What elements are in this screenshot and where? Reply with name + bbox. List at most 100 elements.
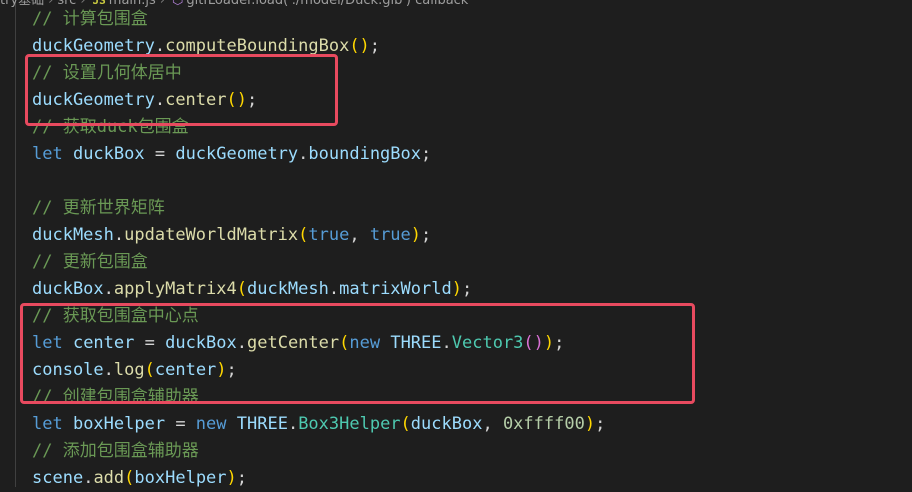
code-token-fn: add bbox=[93, 468, 125, 488]
code-token-punc: ; bbox=[246, 90, 258, 110]
code-token-ident: duckBox bbox=[410, 414, 483, 434]
code-token-paren1: ( bbox=[124, 468, 135, 488]
code-token-ident: console bbox=[32, 360, 104, 380]
code-token-punc: . bbox=[113, 225, 125, 245]
code-token-paren1: () bbox=[226, 90, 247, 110]
code-token-paren2: () bbox=[523, 333, 544, 353]
code-token-punc: ; bbox=[369, 36, 381, 56]
code-line[interactable]: scene.add(boxHelper); bbox=[32, 465, 247, 492]
code-token-fn: updateWorldMatrix bbox=[124, 225, 299, 245]
code-token-punc: . bbox=[287, 414, 299, 434]
code-token-punc: . bbox=[236, 333, 247, 353]
code-token-comment: // 获取包围盒中心点 bbox=[32, 306, 199, 326]
code-token-ident: duckGeometry bbox=[32, 36, 155, 56]
code-token-punc: . bbox=[103, 279, 114, 299]
breadcrumb-separator: › bbox=[48, 0, 54, 8]
code-token-comment: // 添加包围盒辅助器 bbox=[32, 441, 199, 461]
code-token-punc: ; bbox=[226, 360, 237, 380]
code-token-keyword: true bbox=[308, 225, 350, 245]
breadcrumb-project[interactable]: try基础 bbox=[0, 0, 44, 8]
code-token-punc: . bbox=[154, 90, 166, 110]
code-token-comment: // 设置几何体居中 bbox=[32, 63, 182, 83]
javascript-file-icon: JS bbox=[92, 0, 106, 7]
code-token-fn: getCenter bbox=[247, 333, 340, 353]
code-token-ident: duckBox bbox=[72, 144, 145, 164]
code-token-keyword: let bbox=[32, 144, 73, 164]
code-token-comment: // 创建包围盒辅助器 bbox=[32, 387, 199, 407]
code-token-ident: scene bbox=[32, 468, 84, 488]
code-token-keyword: let bbox=[32, 333, 73, 353]
code-token-ident: center bbox=[72, 333, 135, 353]
code-token-comment: // 计算包围盒 bbox=[32, 9, 148, 29]
code-editor[interactable]: // 计算包围盒 duckGeometry.computeBoundingBox(… bbox=[0, 0, 912, 488]
code-token-ident: center bbox=[154, 360, 217, 380]
code-line[interactable]: duckMesh.updateWorldMatrix(true, true); bbox=[32, 222, 431, 249]
breadcrumb: try基础 › src › JS main.js › ⬡ gltfLoader.load('./… bbox=[0, 0, 912, 11]
code-token-paren1: ) bbox=[543, 333, 555, 353]
code-token-ident: boxHelper bbox=[72, 414, 166, 434]
code-token-punc: . bbox=[298, 144, 309, 164]
breadcrumb-folder[interactable]: src bbox=[57, 0, 76, 8]
code-token-paren1: ) bbox=[410, 225, 422, 245]
code-token-ident: boxHelper bbox=[134, 468, 227, 488]
code-token-class: Box3Helper bbox=[298, 414, 401, 434]
breadcrumb-file[interactable]: main.js bbox=[109, 0, 156, 8]
code-token-paren1: ) bbox=[451, 279, 462, 299]
code-token-paren1: ) bbox=[226, 468, 237, 488]
code-line[interactable]: // 添加包围盒辅助器 bbox=[32, 438, 199, 465]
code-token-comment: // 更新世界矩阵 bbox=[32, 198, 165, 218]
code-line[interactable]: let center = duckBox.getCenter(new THREE… bbox=[32, 330, 564, 357]
code-token-paren1: ( bbox=[236, 279, 247, 299]
code-token-ident: THREE bbox=[236, 414, 288, 434]
code-token-keyword: let bbox=[32, 414, 73, 434]
code-token-punc: ; bbox=[236, 468, 248, 488]
code-line[interactable]: // 更新世界矩阵 bbox=[32, 195, 165, 222]
code-token-punc: . bbox=[328, 279, 340, 299]
code-token-punc: ; bbox=[554, 333, 565, 353]
code-token-punc: = bbox=[144, 144, 176, 164]
code-token-keyword: new bbox=[195, 414, 237, 434]
code-token-fn: center bbox=[165, 90, 227, 110]
indent-guide bbox=[15, 0, 16, 487]
code-token-fn: applyMatrix4 bbox=[113, 279, 237, 299]
code-token-paren1: ) bbox=[584, 414, 596, 434]
code-token-num: 0xffff00 bbox=[502, 414, 585, 434]
code-token-punc: ; bbox=[595, 414, 606, 434]
code-line[interactable]: let boxHelper = new THREE.Box3Helper(duc… bbox=[32, 411, 605, 438]
code-line[interactable]: // 更新包围盒 bbox=[32, 249, 148, 276]
code-token-paren1: () bbox=[349, 36, 370, 56]
breadcrumb-separator: › bbox=[80, 0, 86, 8]
code-token-punc: . bbox=[154, 36, 166, 56]
code-token-ident: duckGeometry bbox=[32, 90, 155, 110]
code-token-punc: . bbox=[103, 360, 114, 380]
code-line[interactable]: // 获取duck包围盒 bbox=[32, 114, 189, 141]
code-line[interactable]: duckGeometry.center(); bbox=[32, 87, 257, 114]
code-line[interactable]: // 设置几何体居中 bbox=[32, 60, 182, 87]
code-token-ident: THREE bbox=[390, 333, 442, 353]
code-token-punc: . bbox=[441, 333, 452, 353]
code-token-comment: // 更新包围盒 bbox=[32, 252, 148, 272]
code-token-ident: duckBox bbox=[32, 279, 104, 299]
code-token-punc: . bbox=[83, 468, 94, 488]
code-line[interactable]: // 获取包围盒中心点 bbox=[32, 303, 199, 330]
code-token-punc: = bbox=[134, 333, 166, 353]
breadcrumb-separator: › bbox=[159, 0, 165, 8]
code-token-paren1: ( bbox=[400, 414, 411, 434]
code-token-fn: log bbox=[113, 360, 145, 380]
function-symbol-icon: ⬡ bbox=[171, 0, 184, 8]
code-token-fn: computeBoundingBox bbox=[165, 36, 350, 56]
code-token-punc: , bbox=[349, 225, 370, 245]
code-token-ident: matrixWorld bbox=[339, 279, 452, 299]
code-token-ident: boundingBox bbox=[308, 144, 421, 164]
code-line[interactable]: duckBox.applyMatrix4(duckMesh.matrixWorl… bbox=[32, 276, 472, 303]
code-token-paren1: ( bbox=[339, 333, 350, 353]
code-token-ident: duckBox bbox=[165, 333, 237, 353]
code-line[interactable]: duckGeometry.computeBoundingBox(); bbox=[32, 33, 380, 60]
code-token-punc: ; bbox=[421, 225, 432, 245]
code-line[interactable]: // 创建包围盒辅助器 bbox=[32, 384, 199, 411]
code-token-keyword: true bbox=[369, 225, 411, 245]
code-line[interactable]: console.log(center); bbox=[32, 357, 237, 384]
code-line[interactable]: let duckBox = duckGeometry.boundingBox; bbox=[32, 141, 431, 168]
code-token-punc: ; bbox=[461, 279, 473, 299]
breadcrumb-symbol[interactable]: gltfLoader.load('./model/Duck.glb') call… bbox=[186, 0, 468, 8]
